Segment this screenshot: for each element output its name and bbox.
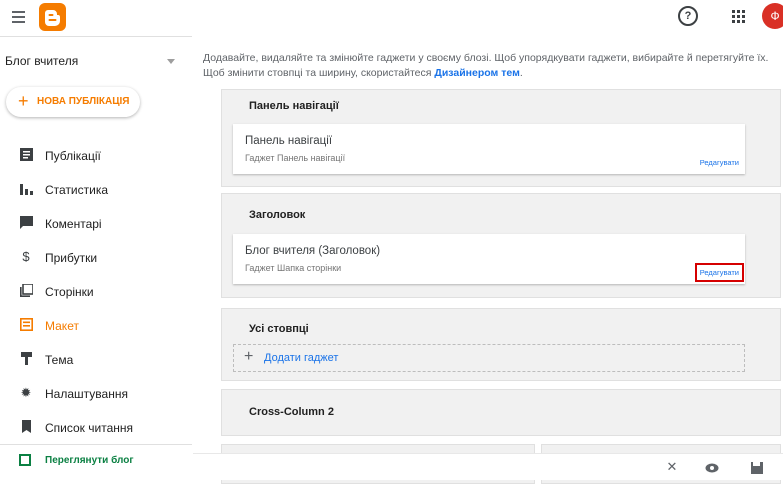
divider — [0, 444, 192, 445]
sidebar-item-label: Коментарі — [45, 217, 102, 231]
gadget-subtitle: Гаджет Панель навігації — [245, 153, 346, 163]
pages-icon — [19, 283, 34, 298]
dropdown-arrow-icon — [167, 59, 175, 64]
sidebar-item-settings[interactable]: ✹ Налаштування — [0, 379, 192, 409]
gadget-navbar[interactable]: Панель навігації Гаджет Панель навігації… — [233, 124, 745, 174]
apps-icon[interactable] — [732, 10, 746, 24]
section-navbar: Панель навігації Панель навігації Гаджет… — [221, 89, 781, 187]
sidebar-item-earnings[interactable]: $ Прибутки — [0, 243, 192, 273]
edit-link[interactable]: Редагувати — [700, 158, 739, 167]
add-gadget-label: Додати гаджет — [264, 352, 339, 364]
section-title: Заголовок — [249, 209, 306, 221]
sidebar-item-comments[interactable]: Коментарі — [0, 209, 192, 239]
view-blog-link[interactable]: Переглянути блог — [0, 446, 192, 476]
section-title: Усі стовпці — [249, 323, 309, 335]
sidebar-item-label: Тема — [45, 353, 74, 367]
theme-icon — [19, 352, 33, 366]
action-bar: ✕ — [193, 453, 783, 480]
sidebar-item-label: Статистика — [45, 183, 109, 197]
top-bar: ? Ф — [0, 0, 783, 36]
section-title: Cross-Column 2 — [249, 406, 334, 418]
sidebar-item-label: Макет — [45, 319, 79, 333]
new-post-button[interactable]: + НОВА ПУБЛІКАЦІЯ — [6, 87, 140, 117]
blog-selector[interactable]: Блог вчителя — [5, 52, 185, 72]
sidebar-item-label: Публікації — [45, 149, 101, 163]
plus-icon: + — [18, 91, 29, 111]
sidebar-item-posts[interactable]: Публікації — [0, 141, 192, 171]
sidebar-item-label: Прибутки — [45, 251, 98, 265]
divider — [0, 36, 192, 37]
save-icon[interactable] — [750, 460, 764, 474]
earnings-icon: $ — [22, 249, 30, 264]
gadget-header[interactable]: Блог вчителя (Заголовок) Гаджет Шапка ст… — [233, 234, 745, 284]
section-cross-column-2: Cross-Column 2 — [221, 389, 781, 436]
preview-icon[interactable] — [705, 460, 719, 474]
stats-icon — [19, 182, 33, 196]
sidebar-item-pages[interactable]: Сторінки — [0, 277, 192, 307]
plus-icon: + — [244, 348, 254, 365]
avatar[interactable]: Ф — [762, 3, 783, 29]
blog-selector-label: Блог вчителя — [5, 54, 79, 68]
reading-list-icon — [19, 420, 33, 434]
section-header: Заголовок Блог вчителя (Заголовок) Гадже… — [221, 193, 781, 298]
sidebar-item-reading-list[interactable]: Список читання — [0, 413, 192, 443]
sidebar: Блог вчителя + НОВА ПУБЛІКАЦІЯ Публікаці… — [0, 36, 192, 479]
comments-icon — [19, 216, 33, 230]
sidebar-item-stats[interactable]: Статистика — [0, 175, 192, 205]
menu-icon[interactable] — [12, 11, 25, 23]
view-blog-label: Переглянути блог — [45, 455, 134, 466]
intro-text: Додавайте, видаляйте та змінюйте гаджети… — [203, 51, 773, 81]
gadget-title: Блог вчителя (Заголовок) — [245, 245, 381, 257]
section-title: Панель навігації — [249, 100, 339, 112]
theme-designer-link[interactable]: Дизайнером тем — [434, 67, 519, 79]
add-gadget-button[interactable]: + Додати гаджет — [233, 344, 745, 372]
sidebar-item-label: Список читання — [45, 421, 134, 435]
sidebar-item-theme[interactable]: Тема — [0, 345, 192, 375]
posts-icon — [19, 148, 33, 162]
sidebar-item-label: Налаштування — [45, 387, 128, 401]
layout-editor: Додавайте, видаляйте та змінюйте гаджети… — [193, 36, 783, 484]
gadget-subtitle: Гаджет Шапка сторінки — [245, 263, 342, 273]
help-icon[interactable]: ? — [678, 6, 698, 26]
close-icon[interactable]: ✕ — [665, 460, 679, 474]
external-link-icon — [19, 454, 31, 466]
section-all-columns: Усі стовпці + Додати гаджет — [221, 308, 781, 381]
new-post-label: НОВА ПУБЛІКАЦІЯ — [37, 96, 130, 107]
blogger-logo[interactable] — [39, 3, 66, 31]
intro-end: . — [519, 67, 523, 79]
settings-icon: ✹ — [20, 385, 32, 400]
sidebar-item-layout[interactable]: Макет — [0, 311, 192, 341]
edit-link[interactable]: Редагувати — [694, 263, 745, 282]
gadget-title: Панель навігації — [245, 135, 333, 147]
layout-icon — [19, 318, 33, 332]
sidebar-item-label: Сторінки — [45, 285, 94, 299]
